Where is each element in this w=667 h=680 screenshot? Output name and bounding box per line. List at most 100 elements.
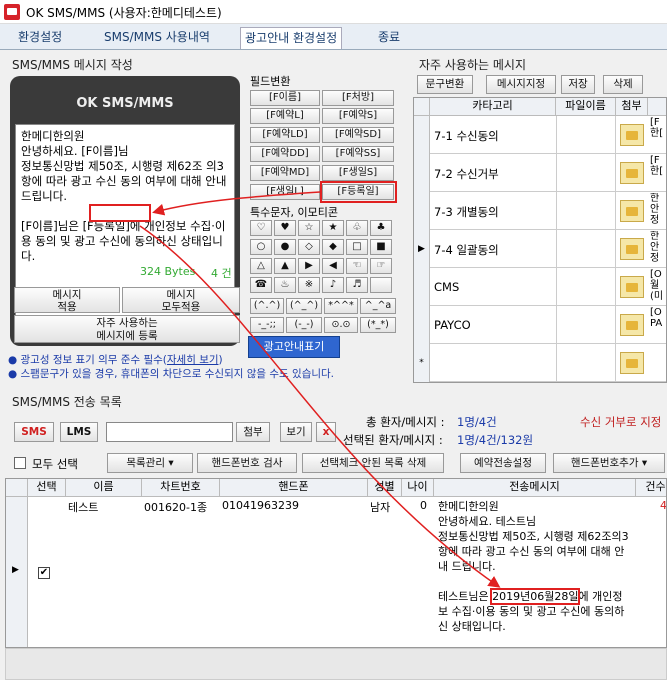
register-favorite-button[interactable]: 자주 사용하는 메시지에 등록	[14, 315, 240, 343]
folder-icon[interactable]	[620, 352, 644, 374]
symbol-button[interactable]: ○	[250, 239, 272, 255]
symbol-button[interactable]: ■	[370, 239, 392, 255]
send-table: 선택 이름 차트번호 핸드폰 성별 나이 전송메시지 건수 ▶ ✔ 테스트 00…	[5, 478, 667, 648]
symbol-button[interactable]: ♡	[250, 220, 272, 236]
col-age[interactable]: 나이	[402, 479, 434, 497]
folder-icon[interactable]	[620, 238, 644, 260]
emoticon-button[interactable]: ^_^a	[360, 298, 396, 314]
emoticon-button[interactable]: ⊙.⊙	[324, 317, 358, 333]
emoticon-button[interactable]: (^.^)	[250, 298, 284, 314]
col-message[interactable]: 전송메시지	[434, 479, 636, 497]
schedule-send-button[interactable]: 예약전송설정	[460, 453, 546, 473]
field-reserve-s-button[interactable]: [F예약S]	[322, 108, 394, 124]
view-button[interactable]: 보기	[280, 422, 312, 442]
ad-notice-button[interactable]: 광고안내표기	[248, 336, 340, 358]
details-link[interactable]: 자세히 보기	[167, 354, 219, 366]
favorite-row[interactable]: PAYCO [O PA	[414, 306, 666, 344]
list-manage-dropdown[interactable]: 목록관리 ▾	[107, 453, 193, 473]
field-reserve-dd-button[interactable]: [F예약DD]	[250, 146, 320, 162]
symbol-button[interactable]: ♣	[370, 220, 392, 236]
favorite-row[interactable]: 7-2 수신거부 [F 한[	[414, 154, 666, 192]
symbol-button[interactable]: ◀	[322, 258, 344, 274]
field-birthday-l-button[interactable]: [F생일L]	[250, 184, 320, 200]
emoticon-button[interactable]: (^_^)	[286, 298, 322, 314]
symbol-button[interactable]: □	[346, 239, 368, 255]
symbol-button[interactable]: ▶	[298, 258, 320, 274]
clear-button[interactable]: x	[316, 422, 336, 442]
col-gender[interactable]: 성별	[368, 479, 402, 497]
symbol-button[interactable]	[370, 277, 392, 293]
tab-settings[interactable]: 환경설정	[14, 27, 66, 49]
search-input[interactable]	[106, 422, 233, 442]
col-phone[interactable]: 핸드폰	[220, 479, 368, 497]
col-attach[interactable]: 첨부	[616, 98, 648, 116]
emoticon-button[interactable]: -_-;;	[250, 317, 284, 333]
lms-button[interactable]: LMS	[60, 422, 98, 442]
folder-icon[interactable]	[620, 200, 644, 222]
field-birthday-s-button[interactable]: [F생일S]	[322, 165, 394, 181]
favorite-preview: [O PA	[650, 307, 663, 329]
field-reserve-md-button[interactable]: [F예약MD]	[250, 165, 320, 181]
cell-chart-no: 001620-1종	[144, 501, 208, 514]
apply-message-button[interactable]: 메시지 적용	[14, 287, 120, 313]
symbol-button[interactable]: ☜	[346, 258, 368, 274]
field-reserve-ld-button[interactable]: [F예약LD]	[250, 127, 320, 143]
sms-button[interactable]: SMS	[14, 422, 54, 442]
assign-message-button[interactable]: 메시지지정	[486, 75, 556, 94]
symbol-button[interactable]: ◇	[298, 239, 320, 255]
convert-text-button[interactable]: 문구변환	[417, 75, 473, 94]
field-reserve-l-button[interactable]: [F예약L]	[250, 108, 320, 124]
tab-ad-settings[interactable]: 광고안내 환경설정	[240, 27, 343, 49]
symbol-button[interactable]: ♨	[274, 277, 296, 293]
favorite-row[interactable]: 7-1 수신동의 [F 한[	[414, 116, 666, 154]
cell-message[interactable]: 한메디한의원 안녕하세요. 테스트님 정보통신망법 제50조, 시행령 제62조…	[438, 499, 630, 647]
folder-icon[interactable]	[620, 162, 644, 184]
symbol-button[interactable]: ♥	[274, 220, 296, 236]
specials-title: 특수문자, 이모티콘	[250, 206, 338, 219]
col-count[interactable]: 건수	[636, 479, 666, 497]
col-category[interactable]: 카타고리	[430, 98, 556, 116]
symbol-button[interactable]: ★	[322, 220, 344, 236]
tab-usage-history[interactable]: SMS/MMS 사용내역	[100, 27, 214, 49]
favorite-row[interactable]: 7-3 개별동의 한 안 정	[414, 192, 666, 230]
delete-unchecked-button[interactable]: 선택체크 안된 목록 삭제	[302, 453, 444, 473]
symbol-button[interactable]: ▲	[274, 258, 296, 274]
col-chart-no[interactable]: 차트번호	[142, 479, 220, 497]
col-name[interactable]: 이름	[66, 479, 142, 497]
emoticon-button[interactable]: (*_*)	[360, 317, 396, 333]
favorite-row[interactable]: ▶ 7-4 일괄동의 한 안 정	[414, 230, 666, 268]
tab-exit[interactable]: 종료	[374, 27, 404, 49]
delete-button[interactable]: 삭제	[603, 75, 643, 94]
col-select[interactable]: 선택	[28, 479, 66, 497]
col-filename[interactable]: 파일이름	[556, 98, 616, 116]
symbol-button[interactable]: ◆	[322, 239, 344, 255]
symbol-button[interactable]: ●	[274, 239, 296, 255]
favorite-row[interactable]: *	[414, 344, 666, 382]
symbol-button[interactable]: △	[250, 258, 272, 274]
field-name-button[interactable]: [F이름]	[250, 90, 320, 106]
save-button[interactable]: 저장	[561, 75, 595, 94]
field-reserve-ss-button[interactable]: [F예약SS]	[322, 146, 394, 162]
symbol-button[interactable]: ☆	[298, 220, 320, 236]
add-phone-dropdown[interactable]: 핸드폰번호추가 ▾	[553, 453, 665, 473]
favorite-row[interactable]: CMS [O 월 (미	[414, 268, 666, 306]
phone-check-button[interactable]: 핸드폰번호 검사	[197, 453, 297, 473]
symbol-button[interactable]: ♬	[346, 277, 368, 293]
symbol-button[interactable]: ♧	[346, 220, 368, 236]
row-checkbox[interactable]: ✔	[38, 567, 50, 579]
symbol-button[interactable]: ※	[298, 277, 320, 293]
symbol-button[interactable]: ☎	[250, 277, 272, 293]
emoticon-button[interactable]: *^^*	[324, 298, 358, 314]
attach-button[interactable]: 첨부	[236, 422, 270, 442]
folder-icon[interactable]	[620, 276, 644, 298]
symbol-button[interactable]: ♪	[322, 277, 344, 293]
folder-icon[interactable]	[620, 314, 644, 336]
emoticon-button[interactable]: (-_-)	[286, 317, 322, 333]
apply-all-button[interactable]: 메시지 모두적용	[122, 287, 240, 313]
field-reserve-sd-button[interactable]: [F예약SD]	[322, 127, 394, 143]
folder-icon[interactable]	[620, 124, 644, 146]
message-text[interactable]: 한메디한의원 안녕하세요. [F이름]님 정보통신망법 제50조, 시행령 제6…	[21, 129, 231, 264]
symbol-button[interactable]: ☞	[370, 258, 392, 274]
select-all-checkbox[interactable]	[14, 457, 26, 469]
field-prescription-button[interactable]: [F처방]	[322, 90, 394, 106]
